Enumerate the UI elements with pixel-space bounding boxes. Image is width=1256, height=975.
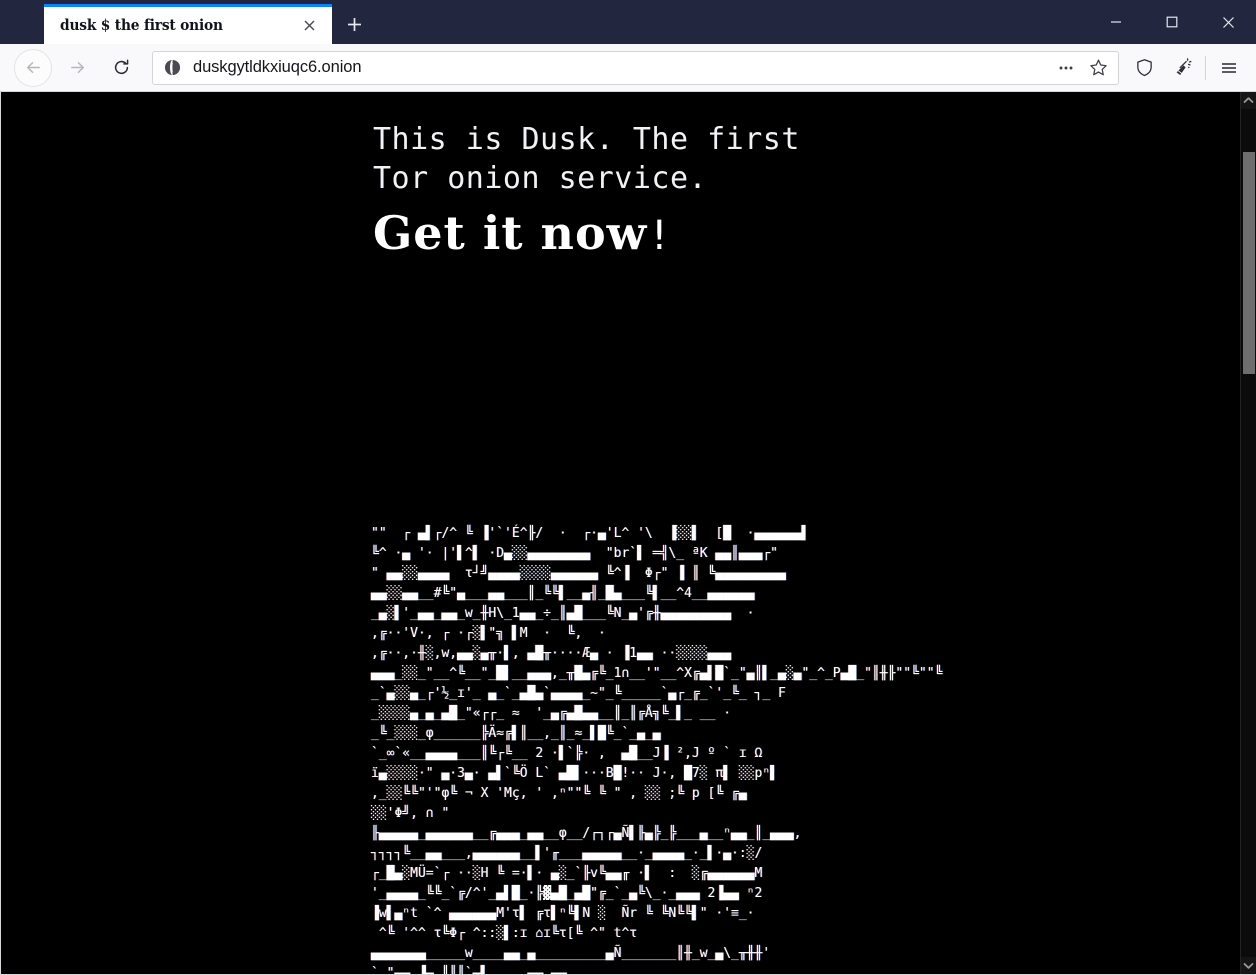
page-viewport: This is Dusk. The first Tor onion servic… xyxy=(0,92,1256,974)
url-input[interactable]: duskgytldkxiuqc6.onion xyxy=(193,58,1050,77)
window-controls xyxy=(1088,0,1256,44)
navigation-toolbar: duskgytldkxiuqc6.onion xyxy=(0,44,1256,92)
new-tab-button[interactable] xyxy=(332,4,376,44)
ellipsis-icon[interactable] xyxy=(1050,53,1082,83)
page-heading-line-1: This is Dusk. The first xyxy=(373,122,800,157)
toolbar-divider xyxy=(1205,55,1206,80)
scrollbar-thumb[interactable] xyxy=(1243,152,1255,374)
tab-title: dusk $ the first onion xyxy=(60,17,223,34)
chevron-down-icon[interactable] xyxy=(1241,957,1256,974)
broom-icon[interactable] xyxy=(1163,49,1201,87)
reload-icon[interactable] xyxy=(104,51,138,85)
page-heading-line-2: Tor onion service. xyxy=(373,161,708,196)
page-content: This is Dusk. The first Tor onion servic… xyxy=(1,92,1240,974)
hero-section: This is Dusk. The first Tor onion servic… xyxy=(1,92,1240,265)
page-scrollbar[interactable] xyxy=(1240,92,1256,974)
chevron-up-icon[interactable] xyxy=(1241,92,1256,109)
cta-label: Get it now xyxy=(373,206,648,260)
toolbar-icons xyxy=(1125,49,1248,87)
star-icon[interactable] xyxy=(1082,53,1114,83)
cta-exclamation: ! xyxy=(647,213,673,259)
browser-tab-active[interactable]: dusk $ the first onion xyxy=(44,4,332,44)
url-bar-actions xyxy=(1050,53,1114,83)
back-arrow-icon[interactable] xyxy=(14,48,52,87)
maximize-icon[interactable] xyxy=(1144,0,1200,44)
get-it-now-link[interactable]: Get it now! xyxy=(373,204,1240,265)
tab-strip: dusk $ the first onion xyxy=(0,0,376,44)
minimize-icon[interactable] xyxy=(1088,0,1144,44)
ascii-art-block: "" ┌ ▄▌┌/^ ╚ ▐'`'É^╟/ · ┌·▄'L^ '\ ▐░░▌ [… xyxy=(371,526,943,974)
shield-icon[interactable] xyxy=(1125,49,1163,87)
window-titlebar: dusk $ the first onion xyxy=(0,0,1256,44)
hamburger-menu-icon[interactable] xyxy=(1210,49,1248,87)
forward-arrow-icon[interactable] xyxy=(60,51,94,85)
close-tab-icon[interactable] xyxy=(296,13,322,39)
onion-site-icon[interactable] xyxy=(163,59,181,77)
url-bar[interactable]: duskgytldkxiuqc6.onion xyxy=(152,50,1119,85)
close-icon[interactable] xyxy=(1200,0,1256,44)
